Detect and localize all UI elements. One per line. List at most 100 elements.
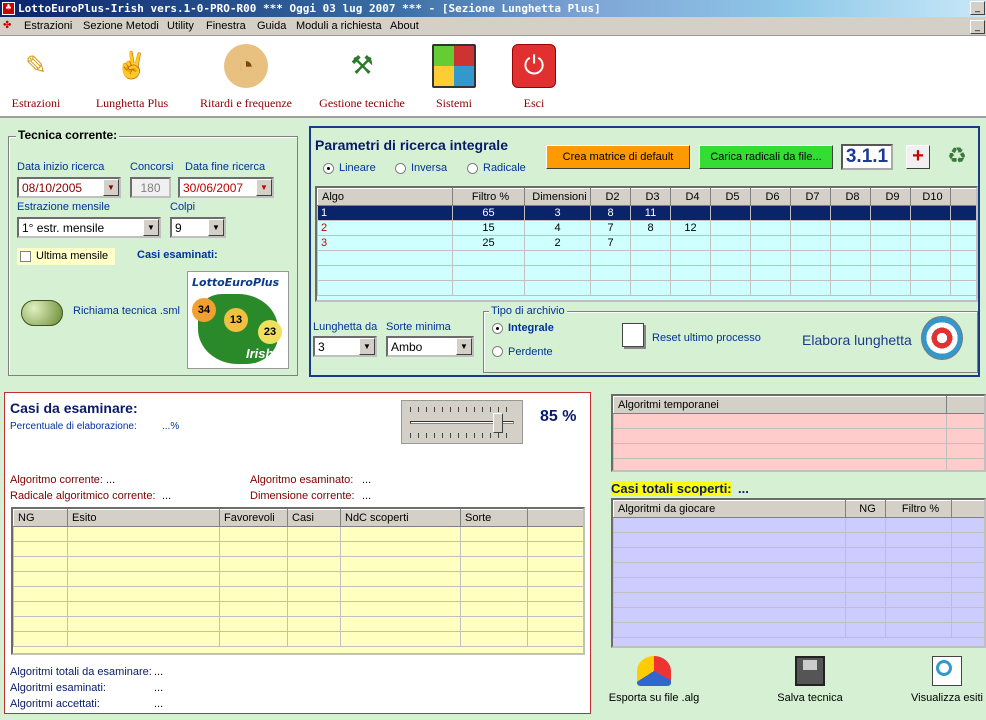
mdi-icon[interactable]: ✤: [3, 20, 11, 31]
col-filtro-gioco[interactable]: Filtro %: [885, 500, 952, 518]
table-cell[interactable]: [67, 586, 220, 602]
percentuale-slider[interactable]: [401, 400, 523, 444]
table-cell[interactable]: [219, 526, 288, 542]
table-cell[interactable]: [613, 517, 846, 533]
table-cell[interactable]: [527, 616, 583, 632]
table-cell[interactable]: [845, 547, 886, 563]
gioco-grid[interactable]: Algoritmi da giocare NG Filtro %: [611, 498, 986, 648]
radicale-radio[interactable]: [467, 163, 478, 174]
concorsi-field[interactable]: 180: [130, 177, 171, 198]
chevron-down-icon[interactable]: ▼: [456, 338, 472, 355]
table-cell[interactable]: [790, 250, 831, 266]
table-cell[interactable]: [951, 517, 984, 533]
table-row[interactable]: [317, 265, 976, 281]
col-dimensioni[interactable]: Dimensioni: [524, 188, 591, 206]
table-cell[interactable]: [885, 577, 952, 593]
table-cell[interactable]: [885, 607, 952, 623]
slider-thumb[interactable]: [493, 413, 504, 433]
table-cell[interactable]: [670, 205, 711, 221]
table-cell[interactable]: [670, 280, 711, 296]
table-cell[interactable]: [13, 556, 68, 572]
richiama-button[interactable]: [17, 292, 67, 334]
table-cell[interactable]: [460, 541, 528, 557]
table-row[interactable]: [613, 428, 984, 444]
table-cell[interactable]: [950, 250, 976, 266]
table-cell[interactable]: [340, 601, 461, 617]
table-cell[interactable]: 15: [452, 220, 525, 236]
table-cell[interactable]: [951, 622, 984, 638]
menu-guida[interactable]: Guida: [257, 20, 286, 32]
table-cell[interactable]: [710, 205, 751, 221]
table-cell[interactable]: [946, 413, 984, 429]
table-cell[interactable]: [460, 616, 528, 632]
sorte-select[interactable]: Ambo ▼: [386, 336, 474, 357]
col-esito[interactable]: Esito: [67, 509, 220, 527]
table-cell[interactable]: [885, 592, 952, 608]
table-cell[interactable]: [910, 280, 951, 296]
table-cell[interactable]: [219, 631, 288, 647]
menu-about[interactable]: About: [390, 20, 419, 32]
table-cell[interactable]: [710, 280, 751, 296]
table-cell[interactable]: [885, 622, 952, 638]
table-cell[interactable]: [950, 220, 976, 236]
table-row[interactable]: [13, 541, 583, 557]
table-cell[interactable]: [870, 250, 911, 266]
table-cell[interactable]: [790, 220, 831, 236]
table-cell[interactable]: [950, 205, 976, 221]
toolbar-ritardi-button[interactable]: ◔ Ritardi e frequenze: [190, 44, 302, 111]
table-cell[interactable]: [630, 280, 671, 296]
table-cell[interactable]: [219, 586, 288, 602]
col-algo-gioco[interactable]: Algoritmi da giocare: [613, 500, 846, 518]
menu-sezione-metodi[interactable]: Sezione Metodi: [83, 20, 159, 32]
table-cell[interactable]: [885, 547, 952, 563]
table-cell[interactable]: [317, 250, 453, 266]
table-row[interactable]: [13, 586, 583, 602]
table-cell[interactable]: [340, 556, 461, 572]
table-cell[interactable]: [845, 517, 886, 533]
menu-estrazioni[interactable]: Estrazioni: [24, 20, 72, 32]
table-cell[interactable]: [750, 235, 791, 251]
colpi-select[interactable]: 9 ▼: [170, 217, 226, 238]
table-cell[interactable]: [951, 607, 984, 623]
col-ndc[interactable]: NdC scoperti: [340, 509, 461, 527]
table-cell[interactable]: [460, 631, 528, 647]
table-cell[interactable]: [950, 280, 976, 296]
table-cell[interactable]: [524, 265, 591, 281]
table-cell[interactable]: [845, 622, 886, 638]
col-d9[interactable]: D9: [870, 188, 911, 206]
col-d3[interactable]: D3: [630, 188, 671, 206]
table-cell[interactable]: [287, 556, 341, 572]
table-row[interactable]: [317, 280, 976, 296]
table-cell[interactable]: [750, 205, 791, 221]
table-cell[interactable]: [750, 280, 791, 296]
table-cell[interactable]: [460, 586, 528, 602]
table-cell[interactable]: [287, 631, 341, 647]
table-cell[interactable]: [287, 571, 341, 587]
table-cell[interactable]: 3: [524, 205, 591, 221]
temp-grid[interactable]: Algoritmi temporanei: [611, 394, 986, 472]
table-cell[interactable]: [910, 265, 951, 281]
table-cell[interactable]: [613, 428, 947, 444]
table-cell[interactable]: [950, 265, 976, 281]
menu-utility[interactable]: Utility: [167, 20, 194, 32]
table-cell[interactable]: [870, 265, 911, 281]
table-cell[interactable]: [613, 562, 846, 578]
table-cell[interactable]: [527, 541, 583, 557]
lunghetta-select[interactable]: 3 ▼: [313, 336, 377, 357]
table-cell[interactable]: [790, 205, 831, 221]
table-cell[interactable]: [670, 235, 711, 251]
table-cell[interactable]: [13, 526, 68, 542]
table-cell[interactable]: 3: [317, 235, 453, 251]
checkbox-box[interactable]: [20, 251, 31, 262]
table-cell[interactable]: [613, 532, 846, 548]
table-cell[interactable]: 11: [630, 205, 671, 221]
table-cell[interactable]: [951, 592, 984, 608]
table-cell[interactable]: [219, 556, 288, 572]
table-cell[interactable]: [460, 601, 528, 617]
toolbar-sistemi-button[interactable]: Sistemi: [428, 44, 480, 111]
table-cell[interactable]: [287, 601, 341, 617]
table-cell[interactable]: [590, 280, 631, 296]
table-cell[interactable]: [845, 607, 886, 623]
toolbar-lunghetta-button[interactable]: ✌ Lunghetta Plus: [86, 44, 178, 111]
table-cell[interactable]: [67, 601, 220, 617]
